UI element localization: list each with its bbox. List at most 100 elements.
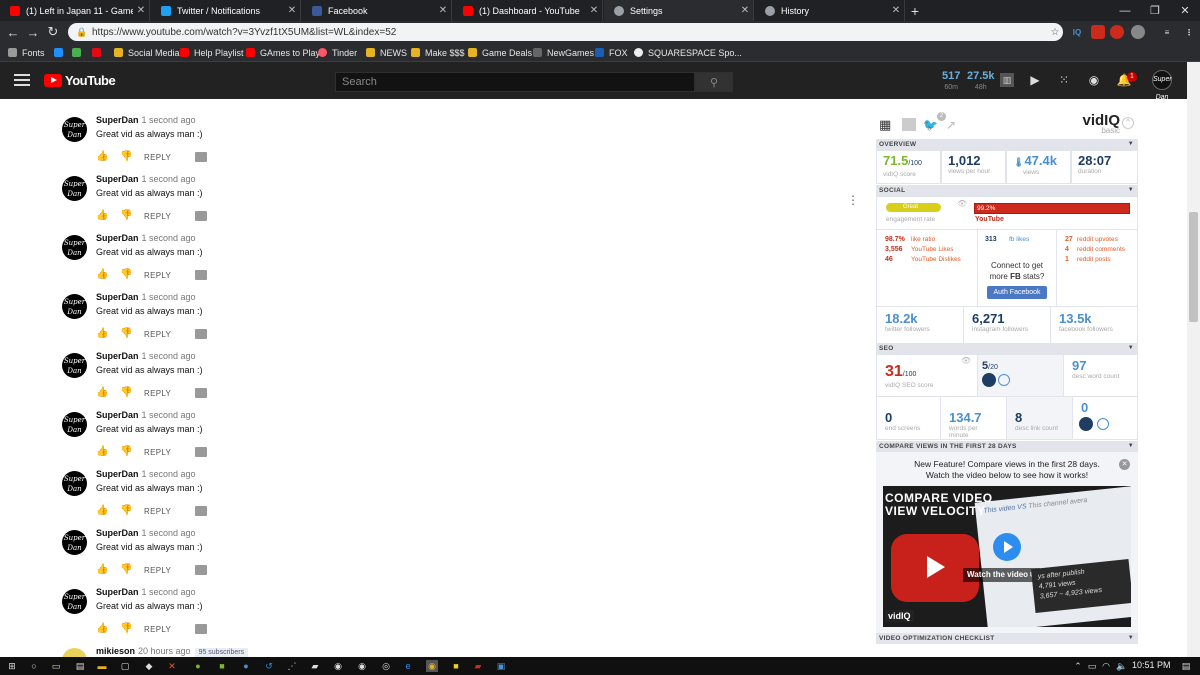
thumbs-up-icon[interactable]: 👍 [96,328,108,340]
reply-button[interactable]: REPLY [144,212,171,221]
thumbs-up-icon[interactable]: 👍 [96,269,108,281]
compare-section-header[interactable]: COMPARE VIEWS IN THE FIRST 28 DAYS ▼ [876,441,1138,452]
bookmark-item[interactable]: Tinder [318,43,357,62]
extension-menu-icon[interactable]: ≡ [1160,25,1174,39]
new-tab-button[interactable]: + [905,0,925,21]
thumbs-down-icon[interactable]: 👎 [120,564,132,576]
more-actions-icon[interactable]: ⋮ [847,194,859,210]
avatar[interactable]: Super Dan [62,176,87,201]
reply-button[interactable]: REPLY [144,448,171,457]
comment-author[interactable]: SuperDan [96,469,139,479]
back-arrow-icon[interactable]: ← [4,23,22,41]
comment-time[interactable]: 1 second ago [142,233,196,243]
app-icon[interactable]: ▰ [309,660,321,672]
app-icon[interactable]: ◆ [143,660,155,672]
bookmark-folder[interactable]: Make $$$ [411,43,465,62]
social-section-header[interactable]: SOCIAL ▼ [876,185,1138,196]
thumbs-up-icon[interactable]: 👍 [96,387,108,399]
thumbs-up-icon[interactable]: 👍 [96,151,108,163]
comment-time[interactable]: 1 second ago [142,351,196,361]
avatar[interactable]: Super Dan [62,530,87,555]
comment-time[interactable]: 1 second ago [142,587,196,597]
thumbs-down-icon[interactable]: 👎 [120,446,132,458]
chevron-up-icon[interactable]: ^ [1122,117,1134,129]
forward-arrow-icon[interactable]: → [24,23,42,41]
twitter-icon[interactable]: 🐦 [923,118,938,132]
bookmark-star-icon[interactable]: ☆ [1047,27,1063,38]
thumbs-up-icon[interactable]: 👍 [96,446,108,458]
avatar[interactable] [62,648,87,657]
comment-author[interactable]: SuperDan [96,528,139,538]
bookmark-item[interactable]: Help Playlist [180,43,244,62]
minimize-button[interactable]: — [1110,0,1140,21]
comment-author[interactable]: SuperDan [96,115,139,125]
network-icon[interactable]: ▭ [1086,660,1098,672]
comment-author[interactable]: SuperDan [96,292,139,302]
more-vert-icon[interactable]: ⋮ [1182,25,1196,39]
app-icon[interactable]: ● [240,660,252,672]
play-button[interactable] [993,533,1021,561]
messages-icon[interactable]: ◉ [1087,73,1101,87]
comment-author[interactable]: SuperDan [96,351,139,361]
thumbs-up-icon[interactable]: 👍 [96,623,108,635]
compare-video-thumbnail[interactable]: This video VS This channel avera COMPARE… [883,486,1131,627]
thumbs-up-icon[interactable]: 👍 [96,505,108,517]
maximize-button[interactable]: ❐ [1140,0,1170,21]
bookmark-item[interactable]: FOX [595,43,628,62]
close-icon[interactable]: ✕ [1119,459,1130,470]
reply-button[interactable]: REPLY [144,330,171,339]
file-explorer-icon[interactable]: ▬ [96,660,108,672]
vidiq-reply-icon[interactable] [195,388,208,398]
create-video-icon[interactable]: ▶ [1028,73,1042,87]
comment-author[interactable]: SuperDan [96,233,139,243]
checklist-section-header[interactable]: VIDEO OPTIMIZATION CHECKLIST ▼ [876,633,1138,644]
reply-button[interactable]: REPLY [144,507,171,516]
grid-view-icon[interactable]: ▦ [879,118,893,131]
vidiq-reply-icon[interactable] [195,506,208,516]
bookmark-item[interactable]: NewGames [533,43,594,62]
thumbs-down-icon[interactable]: 👎 [120,269,132,281]
vidiq-reply-icon[interactable] [195,329,208,339]
reply-button[interactable]: REPLY [144,153,171,162]
avatar[interactable]: Super Dan [62,353,87,378]
people-icon[interactable]: ⌃ [1072,660,1084,672]
search-input[interactable]: Search [335,72,695,92]
extension-icon[interactable] [1091,25,1105,39]
avatar[interactable]: Super Dan [62,117,87,142]
comment-time[interactable]: 20 hours ago [138,646,191,656]
volume-icon[interactable]: 🔈 [1116,660,1128,672]
extension-icon[interactable] [1131,25,1145,39]
info-icon[interactable] [998,374,1010,386]
auth-facebook-button[interactable]: Auth Facebook [987,286,1047,299]
app-icon[interactable]: ▢ [119,660,131,672]
apps-grid-icon[interactable]: ⁙ [1057,73,1071,87]
analytics-icon[interactable]: ▥ [1000,73,1014,87]
app-icon[interactable]: ⋰ [286,660,298,672]
bookmark-item[interactable]: GAmes to Play [246,43,320,62]
app-icon[interactable]: ✕ [166,660,178,672]
thumbs-up-icon[interactable]: 👍 [96,564,108,576]
close-tab-icon[interactable]: ✕ [133,5,149,16]
app-icon[interactable]: ● [192,660,204,672]
vidiq-reply-icon[interactable] [195,270,208,280]
close-tab-icon[interactable]: ✕ [586,5,602,16]
thumbs-up-icon[interactable]: 👍 [96,210,108,222]
vidiq-reply-icon[interactable] [195,624,208,634]
info-icon[interactable] [1097,418,1109,430]
reply-button[interactable]: REPLY [144,389,171,398]
bookmark-item[interactable] [72,43,86,62]
app-icon[interactable]: ▣ [495,660,507,672]
comment-author[interactable]: SuperDan [96,587,139,597]
notifications-icon[interactable]: ▤ [1180,660,1192,672]
browser-tab[interactable]: (1) Dashboard - YouTube ✕ [453,0,603,21]
browser-tab[interactable]: Facebook ✕ [302,0,452,21]
bookmark-item[interactable] [54,43,68,62]
vidiq-reply-icon[interactable] [195,565,208,575]
app-icon[interactable]: ◉ [332,660,344,672]
youtube-logo[interactable]: YouTube [44,73,116,88]
avatar[interactable]: Super Dan [62,412,87,437]
comment-author[interactable]: mikieson [96,646,135,656]
search-icon[interactable]: ○ [28,660,40,672]
comment-time[interactable]: 1 second ago [142,469,196,479]
browser-tab-active[interactable]: Settings ✕ [604,0,754,21]
